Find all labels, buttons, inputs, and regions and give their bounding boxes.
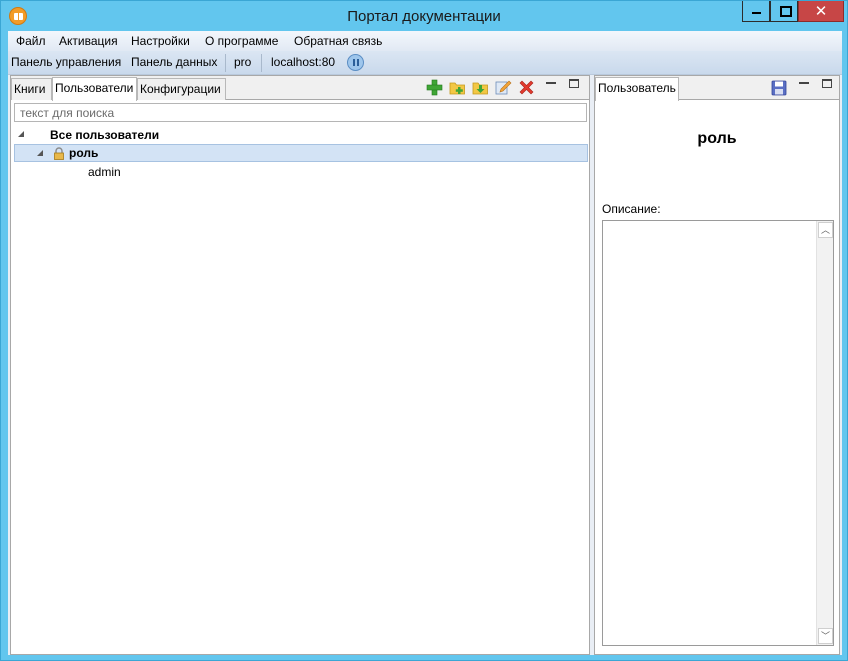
users-panel: Книги Пользователи Конфигурации текст дл… [10, 75, 590, 655]
user-details-panel: Пользователь роль Описание: ︿ ﹀ [594, 75, 840, 655]
main-frame: Файл Активация Настройки О программе Обр… [8, 31, 842, 655]
delete-icon[interactable] [518, 79, 535, 96]
edit-icon[interactable] [495, 79, 512, 96]
description-field[interactable]: ︿ ﹀ [602, 220, 834, 646]
toolbar-divider [261, 54, 262, 72]
toolbar: Панель управления Панель данных pro loca… [8, 51, 842, 75]
description-label: Описание: [602, 202, 661, 216]
menu-file[interactable]: Файл [16, 34, 46, 48]
user-label: pro [234, 55, 252, 69]
close-icon: ✕ [814, 3, 828, 20]
panel-tabs: Книги Пользователи Конфигурации [11, 76, 589, 101]
tab-user[interactable]: Пользователь [595, 77, 679, 101]
add-icon[interactable] [426, 79, 443, 96]
tree-row-root[interactable]: Все пользователи [14, 126, 588, 144]
scroll-up-icon[interactable]: ︿ [818, 222, 833, 238]
panel-minimize-icon[interactable] [546, 82, 556, 84]
tree-root-label: Все пользователи [50, 128, 160, 142]
menu-feedback[interactable]: Обратная связь [294, 34, 382, 48]
scroll-down-icon[interactable]: ﹀ [818, 628, 833, 644]
menu-activation[interactable]: Активация [59, 34, 118, 48]
details-tabs: Пользователь [595, 76, 839, 101]
description-scrollbar[interactable]: ︿ ﹀ [816, 221, 833, 645]
app-window: Портал документации ✕ Файл Активация Нас… [0, 0, 848, 661]
tree-role-label: роль [69, 146, 99, 160]
tree-row-role[interactable]: роль [14, 144, 588, 162]
menu-settings[interactable]: Настройки [131, 34, 190, 48]
title-bar[interactable]: Портал документации ✕ [1, 1, 847, 31]
panel-maximize-icon[interactable] [822, 79, 832, 88]
server-label: localhost:80 [271, 55, 336, 69]
import-icon[interactable] [472, 79, 489, 96]
role-title: роль [697, 130, 737, 147]
toolbar-divider [225, 54, 226, 72]
panel-minimize-icon[interactable] [799, 82, 809, 84]
tree-row-user[interactable]: admin [14, 163, 588, 181]
tab-books[interactable]: Книги [11, 78, 52, 100]
tree-user-label: admin [88, 165, 121, 179]
close-button[interactable]: ✕ [798, 1, 844, 22]
menu-bar: Файл Активация Настройки О программе Обр… [8, 31, 842, 51]
expand-icon[interactable] [18, 131, 25, 138]
menu-about[interactable]: О программе [205, 34, 278, 48]
maximize-button[interactable] [770, 1, 798, 22]
data-panel-button[interactable]: Панель данных [131, 55, 217, 69]
minimize-button[interactable] [742, 1, 770, 22]
panel-maximize-icon[interactable] [569, 79, 579, 88]
tab-users[interactable]: Пользователи [52, 77, 137, 101]
save-icon[interactable] [771, 80, 787, 96]
window-title: Портал документации [347, 8, 501, 25]
control-panel-button[interactable]: Панель управления [11, 55, 121, 69]
add-folder-icon[interactable] [449, 79, 466, 96]
tab-configurations[interactable]: Конфигурации [137, 78, 226, 100]
search-box[interactable] [14, 103, 587, 122]
search-input[interactable] [15, 104, 586, 121]
pause-icon[interactable] [347, 54, 364, 71]
lock-icon [54, 147, 64, 160]
expand-icon[interactable] [37, 150, 44, 157]
